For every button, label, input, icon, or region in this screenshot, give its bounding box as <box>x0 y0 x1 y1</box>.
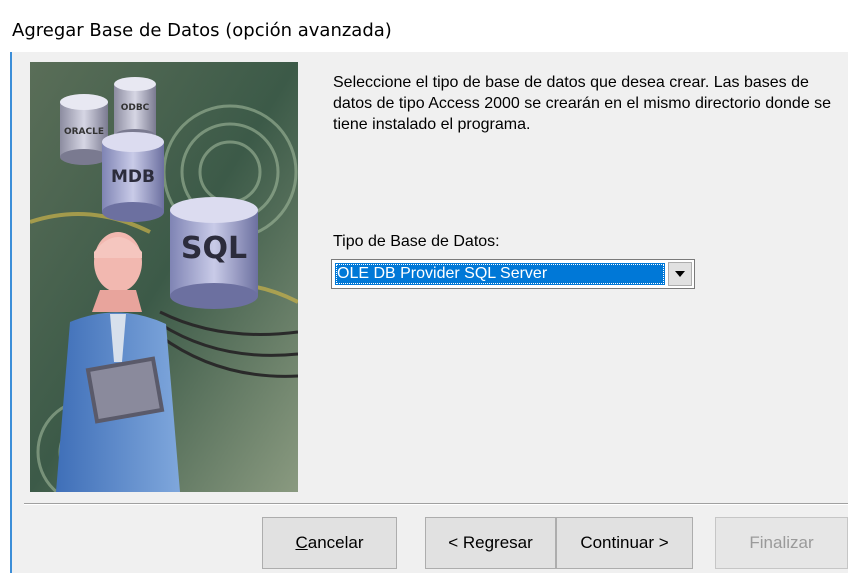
cancel-button[interactable]: Cancelar <box>262 517 397 569</box>
next-label: Continuar > <box>580 533 669 552</box>
finish-label: Finalizar <box>749 533 814 552</box>
back-label: < Regresar <box>448 533 533 552</box>
button-separator <box>24 503 848 505</box>
database-type-combobox[interactable]: OLE DB Provider SQL Server <box>331 259 695 289</box>
finish-button: Finalizar <box>715 517 848 569</box>
cylinder-oracle: ORACLE <box>60 94 108 165</box>
svg-text:ORACLE: ORACLE <box>64 127 104 137</box>
database-type-selected-value[interactable]: OLE DB Provider SQL Server <box>335 263 665 285</box>
svg-text:MDB: MDB <box>111 167 155 187</box>
svg-text:ODBC: ODBC <box>121 103 150 113</box>
wizard-illustration: ORACLE ODBC MDB SQL <box>30 62 298 492</box>
cylinder-sql: SQL <box>170 197 258 309</box>
cancel-label: ancelar <box>307 533 364 552</box>
cylinder-mdb: MDB <box>102 132 164 222</box>
dropdown-arrow-button[interactable] <box>668 262 692 286</box>
database-illustration: ORACLE ODBC MDB SQL <box>30 62 298 492</box>
next-button[interactable]: Continuar > <box>556 517 693 569</box>
svg-text:SQL: SQL <box>181 231 247 266</box>
instructions-text: Seleccione el tipo de base de datos que … <box>333 74 832 133</box>
chevron-down-icon <box>675 271 685 277</box>
window-left-border <box>0 52 12 573</box>
cancel-mnemonic: C <box>295 533 308 552</box>
window-title: Agregar Base de Datos (opción avanzada) <box>12 20 392 41</box>
back-button[interactable]: < Regresar <box>425 517 556 569</box>
database-type-label: Tipo de Base de Datos: <box>333 233 500 250</box>
title-bar: Agregar Base de Datos (opción avanzada) <box>0 0 848 52</box>
dialog-body: ORACLE ODBC MDB SQL Seleccione el tipo d… <box>12 52 848 573</box>
